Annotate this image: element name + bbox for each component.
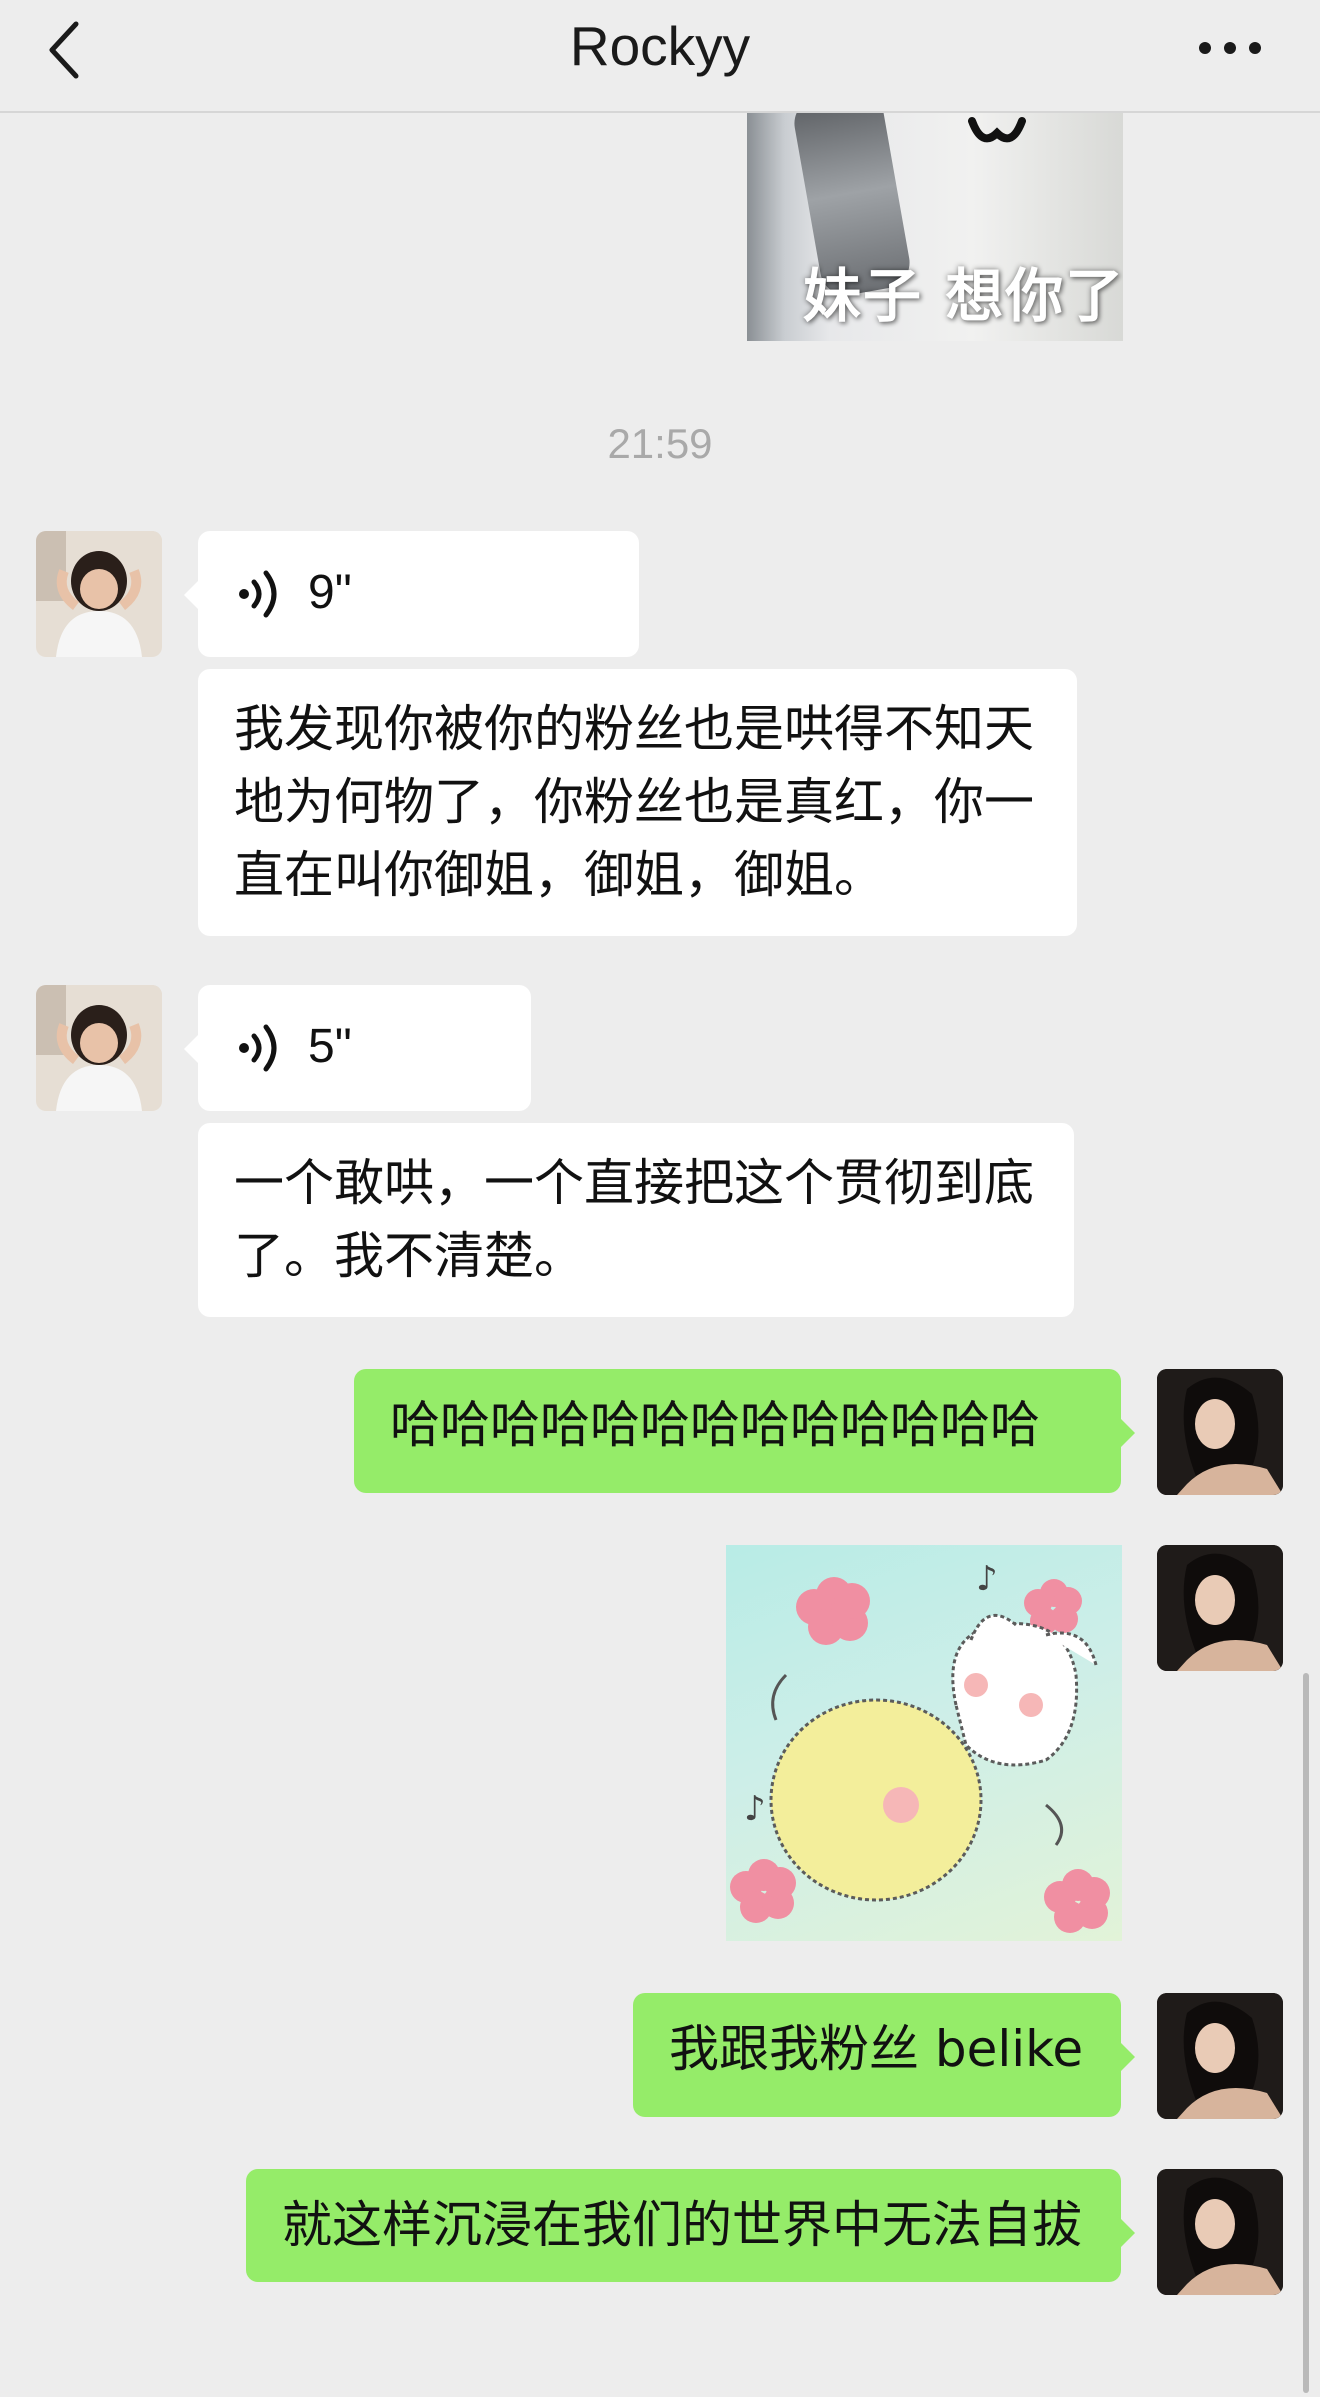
avatar[interactable] xyxy=(1157,2169,1283,2295)
text-message[interactable]: 我发现你被你的粉丝也是哄得不知天地为何物了，你粉丝也是真红，你一直在叫你御姐，御… xyxy=(198,669,1077,936)
svg-text:♪: ♪ xyxy=(976,1559,998,1599)
avatar-child-photo xyxy=(36,985,162,1111)
sticker-message[interactable]: ♪ ♪ xyxy=(726,1545,1122,1941)
avatar[interactable] xyxy=(36,985,162,1111)
text-message[interactable]: 哈哈哈哈哈哈哈哈哈哈哈哈哈 xyxy=(354,1369,1135,1493)
sticker-caption: 妹子 想你了 xyxy=(803,262,1123,330)
avatar-woman-photo xyxy=(1157,1545,1283,1671)
avatar[interactable] xyxy=(1157,1993,1283,2119)
text-message[interactable]: 就这样沉浸在我们的世界中无法自拔 xyxy=(246,2169,1135,2282)
svg-text:♪: ♪ xyxy=(744,1789,766,1829)
message-text: 我跟我粉丝 belike xyxy=(669,2020,1084,2078)
navigation-bar: Rockyy xyxy=(0,0,1320,113)
timestamp: 21:59 xyxy=(607,420,713,467)
voice-duration: 9" xyxy=(308,566,352,619)
avatar[interactable] xyxy=(1157,1545,1283,1671)
message-text: 就这样沉浸在我们的世界中无法自拔 xyxy=(282,2196,1082,2254)
avatar-woman-photo xyxy=(1157,1369,1283,1495)
scrollbar[interactable] xyxy=(1303,1673,1309,2393)
voice-duration: 5" xyxy=(308,1020,352,1073)
avatar-woman-photo xyxy=(1157,1993,1283,2119)
ellipsis-icon[interactable] xyxy=(1195,36,1265,60)
text-message[interactable]: 我跟我粉丝 belike xyxy=(633,1993,1135,2117)
message-list[interactable]: 妹子 想你了 21:59 9" 我发现你被你的粉丝也是哄得不知天地为何物了，你粉… xyxy=(0,113,1320,2397)
chat-title: Rockyy xyxy=(569,15,751,77)
chevron-left-icon[interactable] xyxy=(44,18,84,82)
voice-wave-icon xyxy=(239,1024,277,1072)
message-text: 哈哈哈哈哈哈哈哈哈哈哈哈哈 xyxy=(390,1396,1040,1454)
avatar[interactable] xyxy=(36,531,162,657)
voice-wave-icon xyxy=(239,570,277,618)
avatar-child-photo xyxy=(36,531,162,657)
avatar[interactable] xyxy=(1157,1369,1283,1495)
hug-sticker-illustration: ♪ ♪ xyxy=(730,1559,1110,1933)
voice-message[interactable]: 9" xyxy=(184,531,639,657)
sticker-message[interactable]: 妹子 想你了 xyxy=(747,113,1123,341)
avatar-woman-photo xyxy=(1157,2169,1283,2295)
text-message[interactable]: 一个敢哄，一个直接把这个贯彻到底了。我不清楚。 xyxy=(198,1123,1074,1317)
bunny-face-illustration xyxy=(968,117,1026,143)
voice-message[interactable]: 5" xyxy=(184,985,531,1111)
